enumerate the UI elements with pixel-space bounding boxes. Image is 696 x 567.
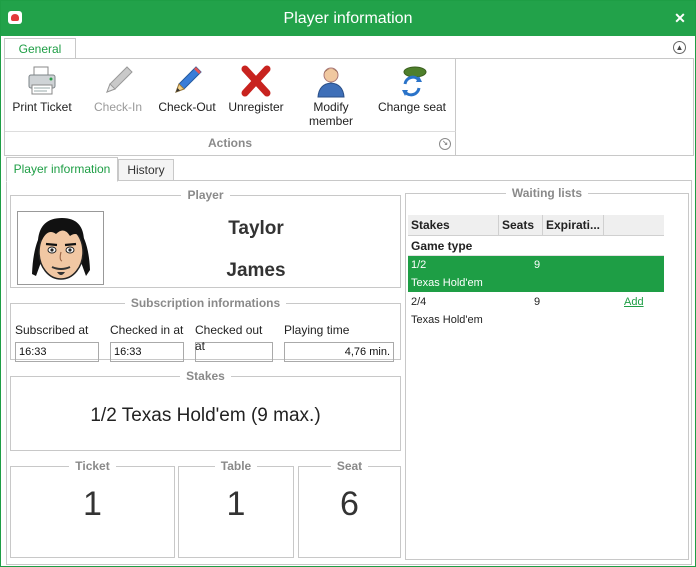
player-information-window: Player information ✕ General ▲ Print Tic…: [0, 0, 696, 567]
ribbon: Print Ticket Check-In Check-Out Unregist…: [4, 58, 694, 156]
grid-header: Stakes Seats Expirati...: [408, 215, 664, 236]
tab-content: Player Taylor James Subscription informa…: [6, 180, 692, 565]
subscribed-at-label: Subscribed at: [15, 323, 89, 337]
tab-player-information[interactable]: Player information: [6, 157, 118, 182]
table-panel: Table 1: [178, 459, 294, 558]
dialog-launcher-icon[interactable]: ↘: [439, 138, 451, 150]
player-panel: Player Taylor James: [10, 188, 401, 288]
modify-member-label: Modify member: [308, 100, 353, 128]
modify-member-button[interactable]: Modify member: [296, 59, 366, 131]
window-title: Player information: [283, 10, 413, 27]
seat-panel: Seat 6: [298, 459, 401, 558]
column-header-expiration[interactable]: Expirati...: [543, 215, 604, 235]
subscribed-at-field-group: Subscribed at 16:33: [15, 322, 99, 362]
add-link[interactable]: Add: [624, 296, 644, 308]
check-in-button[interactable]: Check-In: [83, 59, 153, 131]
player-last-name: James: [226, 260, 286, 281]
check-out-label: Check-Out: [158, 100, 216, 114]
red-x-icon: [239, 64, 273, 98]
check-out-button[interactable]: Check-Out: [152, 59, 222, 131]
group-row-game-type[interactable]: Game type: [408, 236, 664, 256]
waiting-lists-grid: Stakes Seats Expirati... Game type 1/2 9…: [408, 203, 664, 543]
ribbon-group-label: Actions ↘: [5, 131, 456, 155]
stakes-legend: Stakes: [180, 369, 231, 383]
change-seat-label: Change seat: [377, 100, 447, 114]
swap-seat-icon: [395, 64, 429, 98]
collapse-ribbon-icon[interactable]: ▲: [673, 41, 686, 54]
user-icon: [314, 64, 348, 98]
player-first-name: Taylor: [228, 218, 284, 239]
printer-icon: [25, 64, 59, 98]
checked-in-field[interactable]: 16:33: [110, 342, 184, 362]
stakes-panel: Stakes 1/2 Texas Hold'em (9 max.): [10, 369, 401, 451]
table-row[interactable]: 1/2 9 Texas Hold'em: [408, 256, 664, 292]
row-seats: 9: [534, 259, 541, 271]
row-stakes: 1/2: [411, 259, 427, 271]
row-stakes: 2/4: [411, 296, 427, 308]
checked-in-label: Checked in at: [110, 323, 184, 337]
subscription-legend: Subscription informations: [124, 296, 287, 310]
change-seat-button[interactable]: Change seat: [374, 59, 450, 131]
player-legend: Player: [181, 188, 230, 202]
checked-out-label: Checked out at: [195, 323, 263, 353]
table-row[interactable]: 2/4 9 Add Texas Hold'em: [408, 293, 664, 329]
actions-group-title: Actions: [207, 136, 252, 150]
avatar: [17, 211, 104, 285]
checked-out-field[interactable]: [195, 342, 273, 362]
playing-time-field[interactable]: 4,76 min.: [284, 342, 394, 362]
title-bar: Player information ✕: [1, 1, 695, 36]
ticket-value: 1: [83, 485, 102, 523]
column-header-seats[interactable]: Seats: [499, 215, 543, 235]
stakes-value: 1/2 Texas Hold'em (9 max.): [90, 405, 321, 426]
row-seats: 9: [534, 296, 541, 308]
ribbon-group-actions: Print Ticket Check-In Check-Out Unregist…: [5, 59, 456, 131]
pencil-icon: [101, 64, 135, 98]
table-value: 1: [226, 485, 246, 523]
checked-out-field-group: Checked out at: [195, 322, 273, 362]
checked-in-field-group: Checked in at 16:33: [110, 322, 184, 362]
playing-time-field-group: Playing time 4,76 min.: [284, 322, 394, 362]
page-tabs: Player information History: [6, 157, 690, 182]
ribbon-tab-strip: General ▲: [4, 38, 690, 59]
row-game: Texas Hold'em: [411, 314, 483, 326]
ticket-panel: Ticket 1: [10, 459, 175, 558]
print-ticket-button[interactable]: Print Ticket: [7, 59, 77, 131]
print-ticket-label: Print Ticket: [12, 100, 72, 114]
playing-time-label: Playing time: [284, 323, 350, 337]
tab-history[interactable]: History: [118, 159, 174, 181]
subscription-panel: Subscription informations Subscribed at …: [10, 296, 401, 362]
waiting-lists-legend: Waiting lists: [505, 186, 589, 200]
close-icon[interactable]: ✕: [671, 9, 689, 27]
unregister-button[interactable]: Unregister: [223, 59, 289, 131]
subscribed-at-field[interactable]: 16:33: [15, 342, 99, 362]
ticket-legend: Ticket: [69, 459, 116, 473]
seat-value: 6: [340, 485, 359, 523]
column-header-stakes[interactable]: Stakes: [408, 215, 499, 235]
table-legend: Table: [214, 459, 258, 473]
ribbon-tab-general[interactable]: General: [4, 38, 76, 59]
pencil-icon: [170, 64, 204, 98]
check-in-label: Check-In: [93, 100, 143, 114]
seat-legend: Seat: [330, 459, 369, 473]
unregister-label: Unregister: [228, 100, 284, 114]
row-game: Texas Hold'em: [411, 277, 483, 289]
waiting-lists-panel: Waiting lists Stakes Seats Expirati... G…: [405, 186, 689, 560]
